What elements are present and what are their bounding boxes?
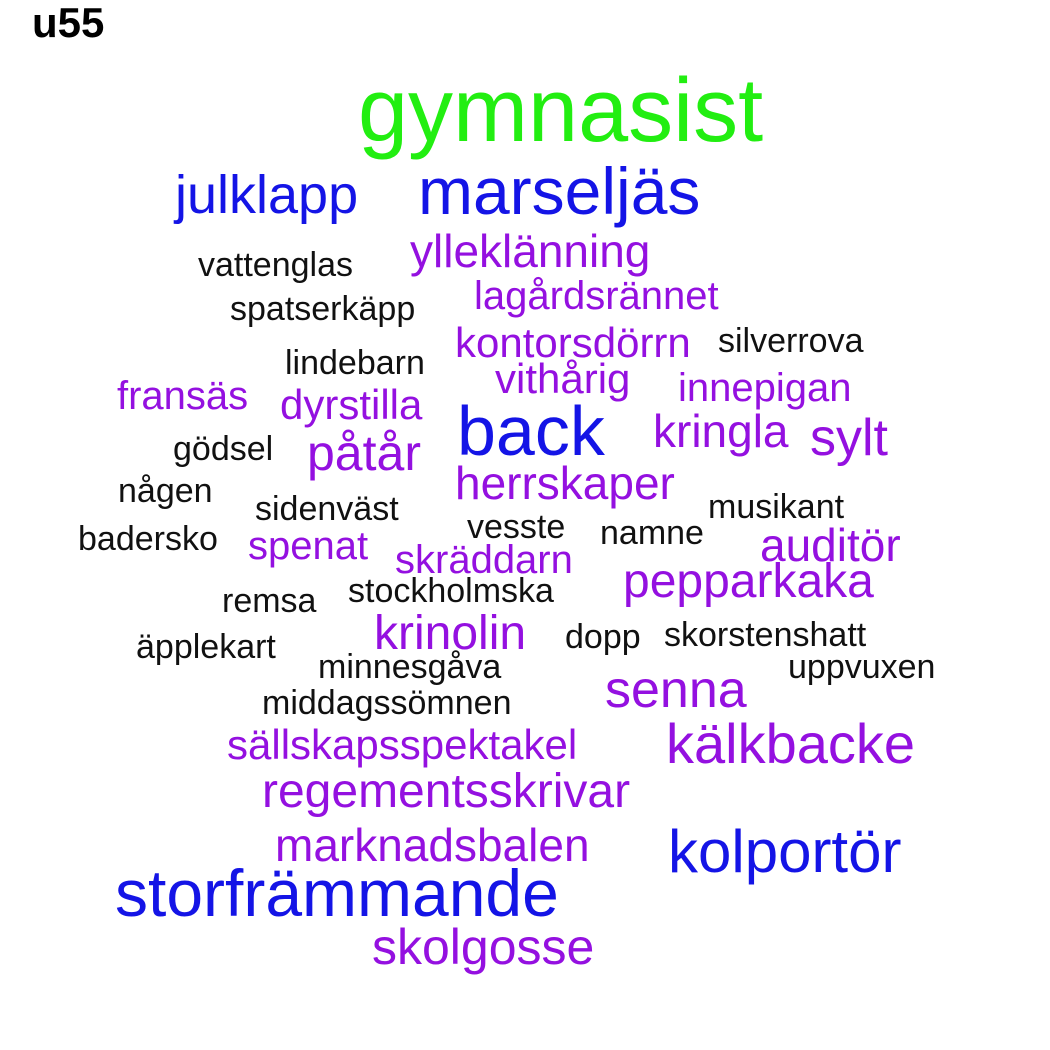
- cloud-word: någen: [118, 472, 213, 510]
- cloud-word: uppvuxen: [788, 648, 936, 686]
- cloud-word: dyrstilla: [280, 381, 423, 428]
- cloud-word: pepparkaka: [623, 555, 874, 608]
- cloud-word: ylleklänning: [410, 225, 651, 277]
- cloud-word: storfrämmande: [115, 856, 559, 930]
- cloud-word: spatserkäpp: [230, 290, 416, 328]
- cloud-word: påtår: [307, 425, 421, 481]
- cloud-word: gymnasist: [358, 61, 764, 161]
- cloud-word: lagårdsrännet: [474, 274, 719, 318]
- cloud-word: kringla: [653, 405, 789, 457]
- cloud-word: skorstenshatt: [664, 616, 867, 654]
- cloud-word: herrskaper: [455, 457, 675, 509]
- cloud-word: back: [457, 392, 605, 470]
- cloud-word: lindebarn: [285, 344, 425, 382]
- cloud-word: silverrova: [718, 322, 864, 360]
- cloud-word: remsa: [222, 582, 317, 620]
- cloud-word: stockholmska: [348, 572, 554, 610]
- cloud-word: innepigan: [678, 366, 852, 410]
- cloud-word: marseljäs: [418, 154, 701, 228]
- cloud-word: regementsskrivar: [262, 765, 631, 818]
- cloud-word: senna: [605, 661, 747, 719]
- word-cloud: gymnasist julklapp marseljäs ylleklänning va…: [0, 0, 1050, 1050]
- cloud-word: fransäs: [117, 374, 249, 418]
- cloud-word: skolgosse: [372, 919, 595, 975]
- cloud-word: julklapp: [175, 165, 359, 225]
- cloud-word: kälkbacke: [666, 712, 916, 775]
- cloud-word: spenat: [248, 524, 369, 568]
- cloud-word: gödsel: [173, 430, 274, 468]
- cloud-word: äpplekart: [136, 628, 276, 666]
- cloud-word: sylt: [810, 409, 888, 467]
- cloud-word: dopp: [565, 618, 641, 656]
- cloud-word: sidenväst: [255, 490, 399, 528]
- cloud-word: minnesgåva: [318, 648, 502, 686]
- cloud-word: badersko: [78, 520, 218, 558]
- cloud-word: sällskapsspektakel: [227, 721, 578, 768]
- cloud-word: middagssömnen: [262, 684, 512, 722]
- cloud-word: kolportör: [668, 818, 902, 885]
- cloud-word: vattenglas: [198, 246, 353, 284]
- cloud-word: namne: [600, 514, 704, 552]
